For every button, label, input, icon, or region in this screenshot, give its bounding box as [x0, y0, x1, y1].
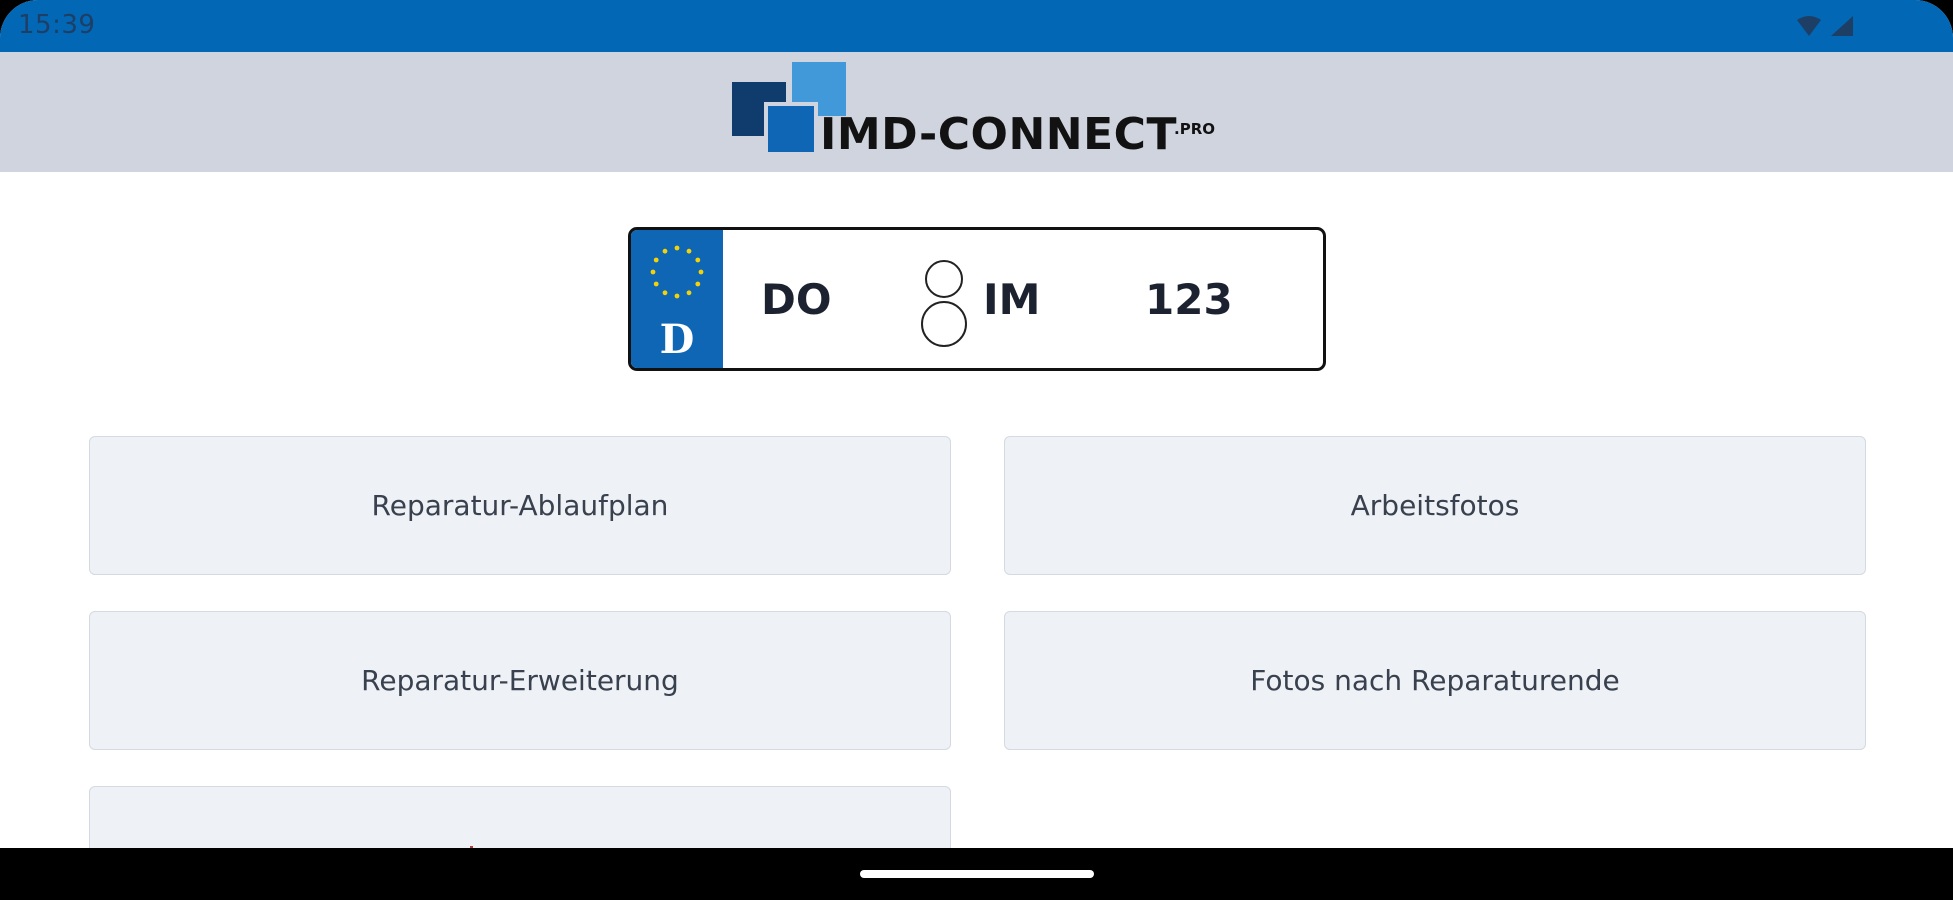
- home-handle[interactable]: [860, 870, 1094, 878]
- navigation-bar: [0, 848, 1953, 900]
- status-bar: 15:39: [0, 0, 1953, 52]
- app-screen: 15:39 IMD-CONNECT .PRO D DO IM 123 Repar…: [0, 0, 1953, 900]
- plate-country-code: D: [659, 316, 695, 363]
- plate-district: DO: [761, 275, 832, 324]
- eu-stars-icon: [650, 245, 704, 299]
- license-plate: D DO IM 123: [628, 227, 1326, 371]
- fotos-nach-reparaturende-button[interactable]: Fotos nach Reparaturende: [1004, 611, 1866, 750]
- plate-seal-top: [925, 260, 963, 298]
- plate-seal-bottom: [921, 301, 967, 347]
- wifi-icon: [1797, 16, 1821, 36]
- reparatur-erweiterung-button[interactable]: Reparatur-Erweiterung: [89, 611, 951, 750]
- reparatur-ablaufplan-button[interactable]: Reparatur-Ablaufplan: [89, 436, 951, 575]
- plate-number: 123: [1145, 275, 1233, 324]
- plate-letters: IM: [983, 275, 1041, 324]
- status-icons: [1797, 16, 1853, 36]
- logo-suffix: .PRO: [1174, 120, 1215, 138]
- cell-signal-icon: [1831, 16, 1853, 36]
- plate-eu-band: D: [631, 230, 723, 368]
- status-time: 15:39: [18, 10, 96, 40]
- imd-connect-logo: IMD-CONNECT .PRO: [728, 60, 1238, 164]
- arbeitsfotos-button[interactable]: Arbeitsfotos: [1004, 436, 1866, 575]
- logo-square-mid: [764, 102, 818, 156]
- logo-text: IMD-CONNECT: [820, 109, 1177, 160]
- app-header: IMD-CONNECT .PRO: [0, 52, 1953, 172]
